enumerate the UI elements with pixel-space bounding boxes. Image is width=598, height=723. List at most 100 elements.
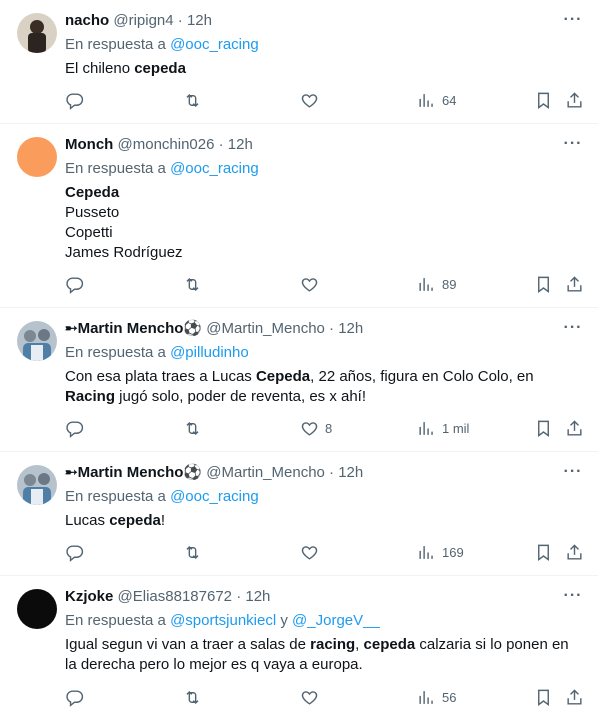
more-options-icon[interactable]: ··· — [561, 12, 585, 34]
timestamp[interactable]: 12h — [245, 588, 270, 605]
tweet[interactable]: Monch @monchin026 · 12h ··· En respuesta… — [0, 124, 598, 308]
retweet-button[interactable] — [183, 90, 202, 110]
like-button[interactable] — [300, 90, 319, 110]
user-handle[interactable]: @monchin026 — [118, 136, 215, 153]
tweet-text: Lucas cepeda! — [65, 511, 165, 531]
tweet[interactable]: ➸Martin Mencho⚽ @Martin_Mencho · 12h ···… — [0, 452, 598, 576]
like-icon — [301, 93, 318, 108]
bookmark-button[interactable] — [534, 687, 553, 707]
reply-prefix: En respuesta a — [65, 488, 166, 505]
like-button[interactable] — [300, 274, 319, 294]
timestamp[interactable]: 12h — [338, 464, 363, 481]
more-options-icon[interactable]: ··· — [561, 588, 585, 610]
display-name[interactable]: ➸Martin Mencho⚽ — [65, 320, 202, 337]
like-button[interactable]: 8 — [300, 418, 332, 438]
likes-count: 8 — [325, 420, 333, 436]
separator-dot: · — [329, 320, 335, 337]
like-icon — [301, 277, 318, 292]
timestamp[interactable]: 12h — [338, 320, 363, 337]
retweet-icon — [186, 545, 199, 559]
reply-button[interactable] — [65, 687, 84, 707]
reply-mention[interactable]: @sportsjunkiecl — [170, 612, 276, 629]
reply-button[interactable] — [65, 90, 84, 110]
like-button[interactable] — [300, 687, 319, 707]
tweet-text: El chileno cepeda — [65, 59, 186, 79]
bookmark-icon — [538, 420, 549, 437]
reply-button[interactable] — [65, 542, 84, 562]
tweet[interactable]: nacho @ripign4 · 12h ··· En respuesta a … — [0, 0, 598, 124]
reply-context: En respuesta a @ooc_racing — [65, 159, 259, 179]
display-name[interactable]: nacho — [65, 12, 109, 29]
tweet-header: ➸Martin Mencho⚽ @Martin_Mencho · 12h — [65, 463, 363, 483]
bookmark-icon — [538, 92, 549, 109]
views-button[interactable]: 64 — [417, 90, 456, 110]
reply-context: En respuesta a @sportsjunkiecl y @_Jorge… — [65, 611, 380, 631]
share-button[interactable] — [565, 274, 584, 294]
reply-mention[interactable]: @_JorgeV__ — [292, 612, 380, 629]
views-button[interactable]: 56 — [417, 687, 456, 707]
timestamp[interactable]: 12h — [228, 136, 253, 153]
bookmark-button[interactable] — [534, 90, 553, 110]
user-handle[interactable]: @Elias88187672 — [118, 588, 232, 605]
reply-icon — [66, 276, 84, 294]
retweet-button[interactable] — [183, 687, 202, 707]
share-icon — [567, 91, 582, 108]
reply-button[interactable] — [65, 418, 84, 438]
reply-icon — [66, 420, 84, 438]
reply-mention[interactable]: @pilludinho — [170, 344, 249, 361]
retweet-icon — [186, 690, 199, 704]
views-button[interactable]: 89 — [417, 274, 456, 294]
user-handle[interactable]: @Martin_Mencho — [206, 320, 325, 337]
share-button[interactable] — [565, 542, 584, 562]
views-icon — [419, 421, 433, 435]
tweet-text: Cepeda Pusseto Copetti James Rodríguez — [65, 183, 183, 263]
views-count: 56 — [442, 689, 457, 705]
separator-dot: · — [329, 464, 335, 481]
views-button[interactable]: 169 — [417, 542, 464, 562]
retweet-icon — [186, 421, 199, 435]
reply-context: En respuesta a @ooc_racing — [65, 35, 259, 55]
display-name[interactable]: Monch — [65, 136, 113, 153]
retweet-button[interactable] — [183, 418, 202, 438]
bookmark-button[interactable] — [534, 418, 553, 438]
tweet[interactable]: ➸Martin Mencho⚽ @Martin_Mencho · 12h ···… — [0, 308, 598, 452]
like-button[interactable] — [300, 542, 319, 562]
avatar[interactable] — [17, 137, 57, 177]
avatar[interactable] — [17, 321, 57, 361]
text-line: Copetti — [65, 224, 113, 241]
bookmark-button[interactable] — [534, 274, 553, 294]
share-button[interactable] — [565, 418, 584, 438]
reply-button[interactable] — [65, 274, 84, 294]
more-options-icon[interactable]: ··· — [561, 464, 585, 486]
reply-mention[interactable]: @ooc_racing — [170, 160, 259, 177]
views-count: 1 mil — [442, 420, 470, 436]
reply-mention[interactable]: @ooc_racing — [170, 488, 259, 505]
display-name[interactable]: ➸Martin Mencho⚽ — [65, 464, 202, 481]
text-line: Con esa plata traes a Lucas Cepeda, 22 a… — [65, 368, 534, 385]
views-count: 64 — [442, 92, 457, 108]
share-button[interactable] — [565, 90, 584, 110]
share-icon — [567, 688, 582, 705]
more-options-icon[interactable]: ··· — [561, 320, 585, 342]
reply-mention[interactable]: @ooc_racing — [170, 36, 259, 53]
tweet-header: Kzjoke @Elias88187672 · 12h — [65, 587, 270, 607]
retweet-button[interactable] — [183, 274, 202, 294]
reply-icon — [66, 689, 84, 707]
timestamp[interactable]: 12h — [187, 12, 212, 29]
tweet-text: Con esa plata traes a Lucas Cepeda, 22 a… — [65, 367, 534, 407]
tweet[interactable]: Kzjoke @Elias88187672 · 12h ··· En respu… — [0, 576, 598, 723]
display-name[interactable]: Kzjoke — [65, 588, 113, 605]
share-icon — [567, 275, 582, 292]
more-options-icon[interactable]: ··· — [561, 136, 585, 158]
avatar[interactable] — [17, 465, 57, 505]
reply-context: En respuesta a @pilludinho — [65, 343, 249, 363]
user-handle[interactable]: @Martin_Mencho — [206, 464, 325, 481]
separator-dot: · — [177, 12, 183, 29]
avatar[interactable] — [17, 13, 57, 53]
user-handle[interactable]: @ripign4 — [113, 12, 173, 29]
share-button[interactable] — [565, 687, 584, 707]
avatar[interactable] — [17, 589, 57, 629]
retweet-button[interactable] — [183, 542, 202, 562]
bookmark-button[interactable] — [534, 542, 553, 562]
views-button[interactable]: 1 mil — [417, 418, 469, 438]
